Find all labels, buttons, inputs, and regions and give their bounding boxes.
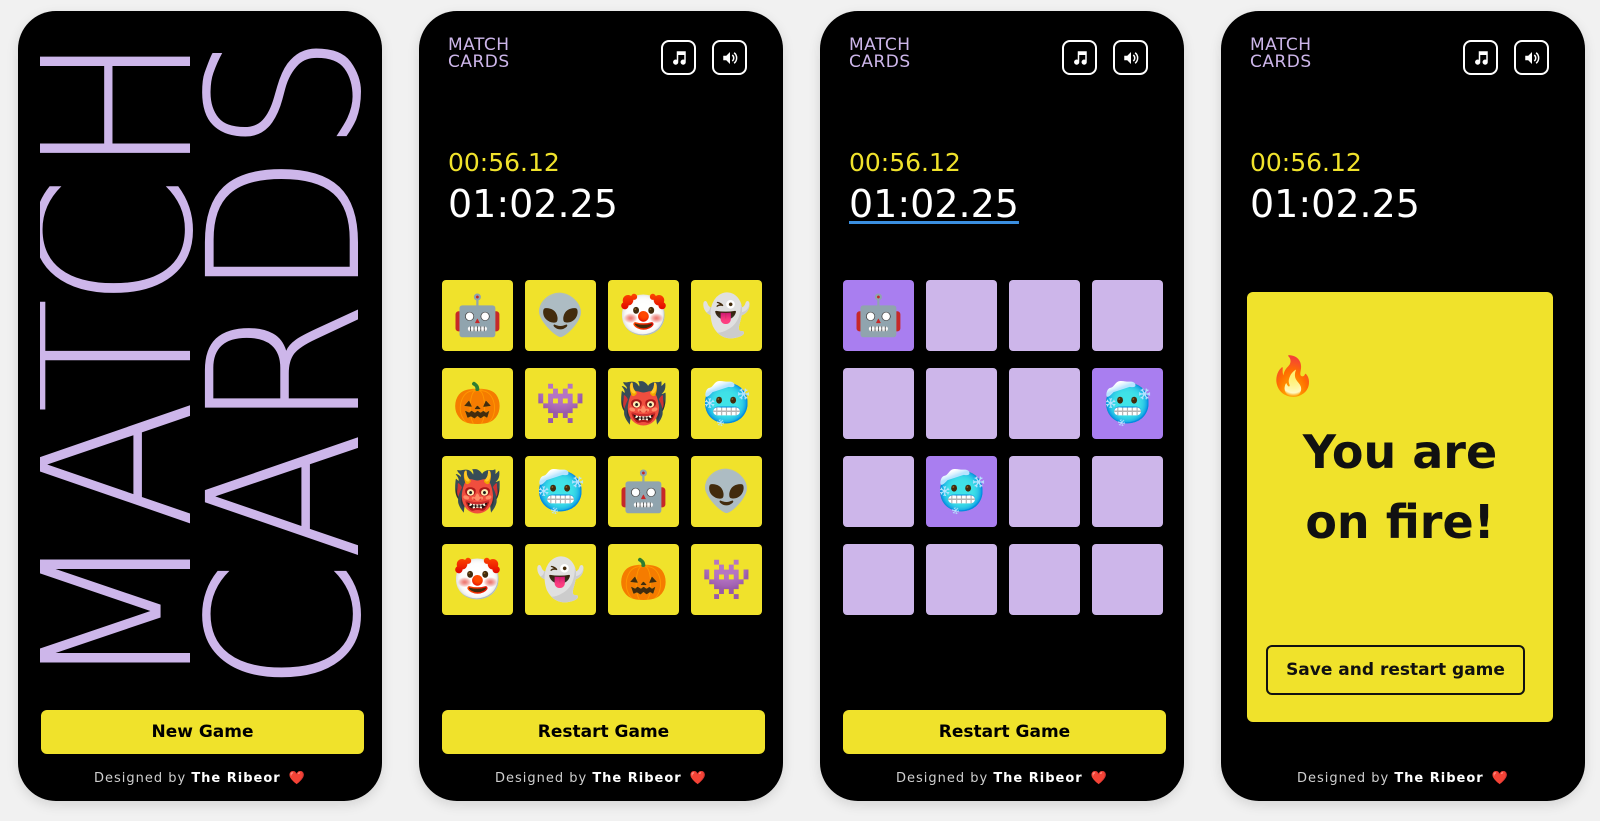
card[interactable]: 👽 [691,456,762,527]
card[interactable]: 🥶 [525,456,596,527]
heart-icon: ❤️ [1491,771,1510,786]
footer-prefix: Designed by [93,771,187,786]
card[interactable]: 🤡 [442,544,513,615]
card-hidden[interactable] [843,456,914,527]
restart-game-button[interactable]: Restart Game [442,710,765,754]
card[interactable]: 🎃 [608,544,679,615]
win-message-line2: on fire! [1305,495,1495,549]
heart-icon: ❤️ [689,771,708,786]
footer-prefix: Designed by [895,771,989,786]
card-hidden[interactable] [1009,368,1080,439]
best-time: 00:56.12 [1250,148,1362,177]
heart-icon: ❤️ [288,771,307,786]
restart-game-button[interactable]: Restart Game [843,710,1166,754]
card-hidden[interactable] [926,544,997,615]
best-time: 00:56.12 [448,148,560,177]
card[interactable]: 👹 [608,368,679,439]
heart-icon: ❤️ [1090,771,1109,786]
current-time: 01:02.25 [448,182,618,226]
logo: MATCH CARDS [448,37,510,71]
title-cards: CARDS [163,33,366,693]
win-panel: 🔥 You are on fire! Save and restart game [1247,292,1553,722]
music-toggle-button[interactable] [1062,40,1097,75]
sound-toggle-button[interactable] [1514,40,1549,75]
music-toggle-button[interactable] [1463,40,1498,75]
logo: MATCH CARDS [1250,37,1312,71]
card[interactable]: 👻 [691,280,762,351]
footer-author[interactable]: The Ribeor [1394,771,1483,786]
card-hidden[interactable] [1009,544,1080,615]
footer-author[interactable]: The Ribeor [993,771,1082,786]
splash-screen: MATCH CARDS New Game Designed by The Rib… [18,11,382,801]
win-message-line1: You are [1302,425,1498,479]
logo-line2: CARDS [849,52,911,72]
card-matched[interactable]: 🥶 [1092,368,1163,439]
card[interactable]: 👹 [442,456,513,527]
footer-prefix: Designed by [494,771,588,786]
card-hidden[interactable] [843,544,914,615]
footer-credit: Designed by The Ribeor ❤️ [1221,771,1585,786]
card[interactable]: 👾 [525,368,596,439]
music-note-icon [672,50,686,65]
card-grid: 🤖 🥶 🥶 [843,280,1163,615]
music-note-icon [1073,50,1087,65]
game-screen-revealed: MATCH CARDS 00:56.12 01:02.25 🤖 👽 🤡 👻 🎃 👾 👹 🥶 👹 🥶… [419,11,783,801]
card[interactable]: 🤖 [442,280,513,351]
card-hidden[interactable] [926,280,997,351]
card[interactable]: 🤡 [608,280,679,351]
card-grid: 🤖 👽 🤡 👻 🎃 👾 👹 🥶 👹 🥶 🤖 👽 🤡 👻 🎃 👾 [442,280,762,615]
music-note-icon [1474,50,1488,65]
card-matched[interactable]: 🥶 [926,456,997,527]
card-hidden[interactable] [843,368,914,439]
card[interactable]: 🎃 [442,368,513,439]
card-hidden[interactable] [926,368,997,439]
footer-prefix: Designed by [1296,771,1390,786]
logo-line2: CARDS [1250,52,1312,72]
logo-line2: CARDS [448,52,510,72]
best-time: 00:56.12 [849,148,961,177]
fire-icon: 🔥 [1269,354,1317,398]
current-time: 01:02.25 [849,182,1019,226]
win-message: You are on fire! [1247,417,1553,557]
footer-author[interactable]: The Ribeor [592,771,681,786]
footer-credit: Designed by The Ribeor ❤️ [419,771,783,786]
card-hidden[interactable] [1092,456,1163,527]
match-cards-title: MATCH CARDS [40,33,366,693]
speaker-icon [722,51,737,64]
sound-toggle-button[interactable] [1113,40,1148,75]
card[interactable]: 🥶 [691,368,762,439]
logo: MATCH CARDS [849,37,911,71]
card[interactable]: 👽 [525,280,596,351]
footer-credit: Designed by The Ribeor ❤️ [820,771,1184,786]
card[interactable]: 🤖 [608,456,679,527]
new-game-button[interactable]: New Game [41,710,364,754]
speaker-icon [1524,51,1539,64]
card-hidden[interactable] [1009,280,1080,351]
footer-author[interactable]: The Ribeor [191,771,280,786]
speaker-icon [1123,51,1138,64]
music-toggle-button[interactable] [661,40,696,75]
sound-toggle-button[interactable] [712,40,747,75]
current-time: 01:02.25 [1250,182,1420,226]
footer-credit: Designed by The Ribeor ❤️ [18,771,382,786]
game-screen-playing: MATCH CARDS 00:56.12 01:02.25 🤖 🥶 🥶 Restar… [820,11,1184,801]
win-screen: MATCH CARDS 00:56.12 01:02.25 🔥 You are … [1221,11,1585,801]
card-matched[interactable]: 🤖 [843,280,914,351]
save-and-restart-button[interactable]: Save and restart game [1266,645,1525,695]
card[interactable]: 👾 [691,544,762,615]
card[interactable]: 👻 [525,544,596,615]
card-hidden[interactable] [1009,456,1080,527]
card-hidden[interactable] [1092,544,1163,615]
card-hidden[interactable] [1092,280,1163,351]
